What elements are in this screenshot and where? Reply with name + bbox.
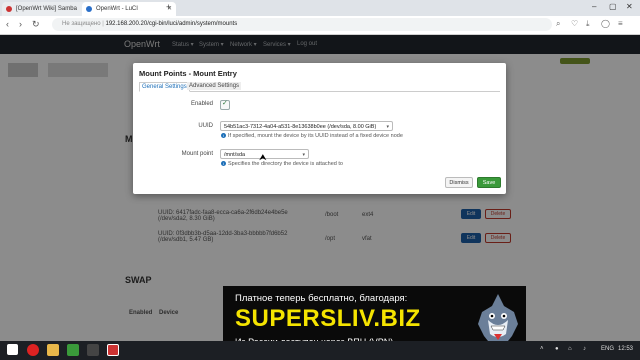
dialog-title: Mount Points - Mount Entry [139, 69, 237, 78]
uuid-label: UUID [198, 123, 213, 129]
close-window-icon[interactable]: ✕ [626, 2, 633, 11]
dismiss-button[interactable]: Dismiss [445, 177, 473, 188]
maximize-icon[interactable]: ▢ [609, 2, 617, 11]
opera-icon [6, 6, 12, 12]
forward-icon[interactable]: › [19, 19, 22, 29]
tab-advanced-settings[interactable]: Advanced Settings [187, 82, 242, 90]
uuid-select-value: 54b51ac3-7312-4a04-a531-8e13638b0ee (/de… [224, 124, 377, 130]
file-explorer-icon[interactable] [47, 344, 59, 356]
opera-taskbar-icon[interactable] [27, 344, 39, 356]
mount-entry-dialog: Mount Points - Mount Entry General Setti… [133, 63, 506, 194]
language-indicator[interactable]: ENG [601, 346, 614, 352]
app-icon[interactable] [67, 344, 79, 356]
tab-title: [OpenWrt Wiki] Samba [16, 6, 77, 12]
mouse-cursor-icon: ⮝ [259, 152, 267, 162]
mount-point-value: /mnt/sda [224, 152, 246, 158]
url-input[interactable]: Не защищено | 192.168.200.20/cgi-bin/luc… [52, 18, 552, 31]
menu-icon[interactable]: ≡ [618, 19, 623, 28]
volume-icon[interactable]: ♪ [583, 346, 586, 352]
tray-arrow-icon[interactable]: ˄ [540, 346, 544, 352]
mount-point-hint: i Specifies the directory the device is a… [221, 161, 343, 167]
dialog-tabs: General Settings Advanced Settings [139, 82, 500, 92]
mount-point-label: Mount point [181, 151, 213, 157]
mount-point-hint-text: Specifies the directory the device is at… [228, 161, 343, 167]
account-icon[interactable]: ◯ [601, 19, 610, 28]
minimize-icon[interactable]: – [592, 2, 596, 11]
search-icon[interactable]: ⌕ [556, 19, 560, 29]
app-icon[interactable] [87, 344, 99, 356]
enabled-checkbox[interactable]: ✓ [220, 100, 230, 110]
chevron-down-icon: ▾ [302, 152, 305, 158]
bookmark-icon[interactable]: ♡ [571, 19, 578, 28]
uuid-hint-text: If specified, mount the device by its UU… [228, 133, 403, 139]
checkmark-icon: ✓ [222, 100, 228, 107]
back-icon[interactable]: ‹ [6, 19, 9, 29]
active-app-icon[interactable] [107, 344, 119, 356]
browser-tab-luci[interactable]: OpenWrt - LuCI ✕ [82, 2, 176, 16]
download-icon[interactable]: ⤓ [586, 19, 590, 29]
new-tab-icon[interactable]: + [166, 2, 171, 12]
security-label: Не защищено [62, 21, 101, 27]
address-bar-row: ‹ › ↻ Не защищено | 192.168.200.20/cgi-b… [0, 16, 640, 35]
reload-icon[interactable]: ↻ [32, 19, 40, 30]
banner-line-1: Платное теперь бесплатно, благодаря: [235, 293, 408, 304]
banner-logo-text: SUPERSLIV.BIZ [235, 305, 421, 332]
uuid-hint: i If specified, mount the device by its U… [221, 133, 403, 139]
chevron-down-icon: ▾ [386, 124, 389, 130]
tab-general-settings[interactable]: General Settings [139, 82, 190, 92]
browser-tab-samba[interactable]: [OpenWrt Wiki] Samba ✕ [2, 2, 94, 16]
tray-icon[interactable]: ● [555, 346, 559, 352]
tab-title: OpenWrt - LuCI [96, 6, 138, 12]
openwrt-tab-icon [86, 6, 92, 12]
network-icon[interactable]: ⌂ [568, 346, 572, 352]
url-text: 192.168.200.20/cgi-bin/luci/admin/system… [105, 21, 238, 27]
uuid-select[interactable]: 54b51ac3-7312-4a04-a531-8e13638b0ee (/de… [220, 121, 393, 131]
save-button[interactable]: Save [477, 177, 501, 188]
clock[interactable]: 12:53 [618, 346, 633, 352]
browser-tab-bar: [OpenWrt Wiki] Samba ✕ OpenWrt - LuCI ✕ … [0, 0, 640, 16]
start-icon[interactable] [7, 344, 18, 355]
info-icon: i [221, 161, 226, 166]
enabled-label: Enabled [190, 101, 213, 107]
info-icon: i [221, 133, 226, 138]
windows-taskbar: ˄ ● ⌂ ♪ ENG 12:53 [0, 341, 640, 360]
